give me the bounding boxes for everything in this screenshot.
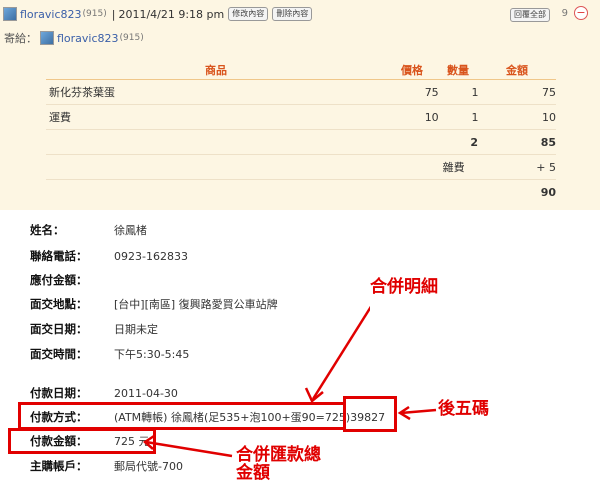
- arrow-last-five: [397, 405, 437, 421]
- annotation-merge-detail: 合併明細: [370, 278, 540, 334]
- annotation-merge-total: 合併匯款總 金額: [236, 446, 356, 484]
- annotation-last-five: 後五碼: [438, 376, 530, 420]
- arrow-merge-detail: [304, 304, 374, 403]
- arrow-merge-total: [142, 434, 233, 458]
